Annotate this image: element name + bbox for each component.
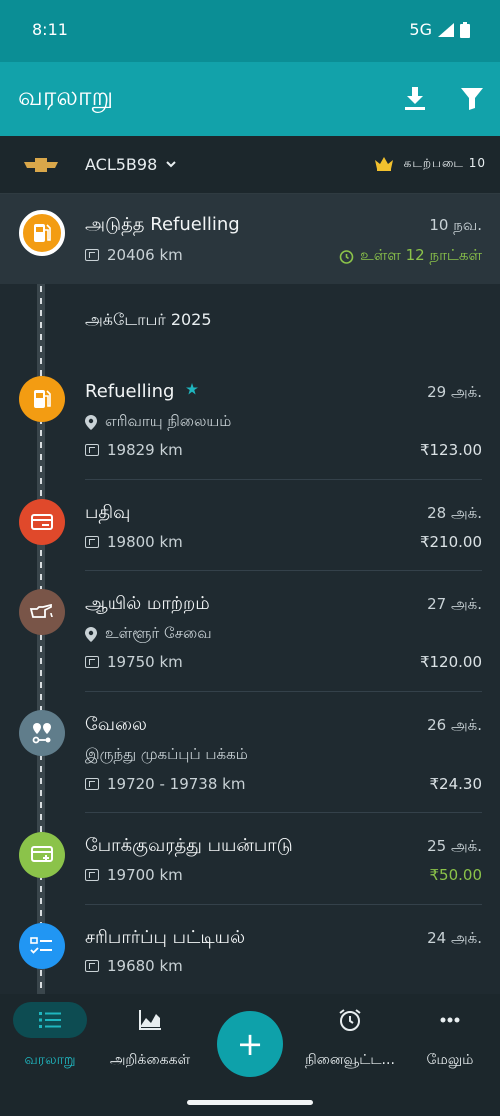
fuel-pump-icon bbox=[19, 376, 65, 422]
vehicle-selector[interactable]: ACL5B98 கடற்படை 10 bbox=[0, 136, 500, 194]
nav-history-label: வரலாறு bbox=[24, 1052, 76, 1068]
entry-title: Refuelling bbox=[85, 381, 175, 402]
card-plus-icon bbox=[19, 832, 65, 878]
status-indicators: 5G bbox=[409, 20, 470, 39]
upcoming-due-text: உள்ள 12 நாட்கள் bbox=[360, 246, 482, 264]
filter-icon[interactable] bbox=[459, 86, 485, 112]
oil-can-icon bbox=[19, 589, 65, 635]
entry-odometer: 19700 km bbox=[107, 866, 183, 884]
upcoming-odometer: 20406 km bbox=[107, 246, 183, 264]
entry-title: ஆயில் மாற்றம் bbox=[85, 593, 210, 614]
divider bbox=[85, 479, 482, 480]
odometer-icon bbox=[85, 960, 99, 972]
entry-odometer-row: 19700 km bbox=[85, 866, 482, 884]
upcoming-entry[interactable]: அடுத்த Refuelling 10 நவ. 20406 km உள்ள 1… bbox=[0, 194, 500, 284]
fleet-plan[interactable]: கடற்படை 10 bbox=[374, 156, 486, 172]
entry-route: இருந்து முகப்புப் பக்கம் bbox=[85, 745, 248, 763]
entry-amount: ₹24.30 bbox=[429, 775, 483, 793]
status-bar: 8:11 5G bbox=[0, 0, 500, 62]
entry-amount: ₹210.00 bbox=[419, 533, 482, 551]
route-icon bbox=[19, 710, 65, 756]
entry-location: எரிவாயு நிலையம் bbox=[105, 412, 232, 430]
entry-date: 24 அக். bbox=[427, 929, 482, 947]
page-title: வரலாறு bbox=[18, 82, 114, 112]
entry-amount: ₹50.00 bbox=[429, 866, 483, 884]
entry-location-row: உள்ளூர் சேவை bbox=[85, 624, 482, 644]
chevron-down-icon[interactable] bbox=[166, 161, 176, 168]
fleet-plan-label: கடற்படை 10 bbox=[403, 156, 486, 170]
nav-reports-label: அறிக்கைகள் bbox=[109, 1052, 191, 1068]
entry-title: போக்குவரத்து பயன்பாடு bbox=[85, 835, 293, 856]
pin-star-icon bbox=[185, 383, 198, 395]
entry-odometer: 19829 km bbox=[107, 441, 183, 459]
entry-title: வேலை bbox=[85, 714, 147, 735]
entry-amount: ₹120.00 bbox=[419, 653, 482, 671]
upcoming-title: அடுத்த Refuelling bbox=[85, 214, 240, 235]
entry-odometer: 19750 km bbox=[107, 653, 183, 671]
alarm-icon bbox=[339, 249, 354, 264]
entry-date: 26 அக். bbox=[427, 716, 482, 734]
divider bbox=[85, 904, 482, 905]
plus-icon: + bbox=[236, 1025, 264, 1063]
battery-icon bbox=[460, 21, 470, 38]
chart-icon bbox=[113, 1002, 187, 1038]
nav-history[interactable]: வரலாறு bbox=[0, 1002, 100, 1070]
month-header: அக்டோபர் 2025 bbox=[85, 310, 212, 329]
home-indicator[interactable] bbox=[187, 1100, 313, 1105]
crown-icon bbox=[374, 157, 393, 171]
nav-reports[interactable]: அறிக்கைகள் bbox=[100, 1002, 200, 1070]
location-pin-icon bbox=[85, 626, 97, 642]
odometer-icon bbox=[85, 656, 99, 668]
entry-date: 27 அக். bbox=[427, 595, 482, 613]
status-time: 8:11 bbox=[32, 20, 68, 39]
entry-title: சரிபார்ப்பு பட்டியல் bbox=[85, 927, 246, 948]
more-icon bbox=[413, 1002, 487, 1038]
entry-date: 25 அக். bbox=[427, 837, 482, 855]
entry-odometer: 19800 km bbox=[107, 533, 183, 551]
entry-date: 29 அக். bbox=[427, 383, 482, 401]
location-pin-icon bbox=[85, 414, 97, 430]
add-entry-button[interactable]: + bbox=[217, 1011, 283, 1077]
entry-odometer-row: 19720 - 19738 km bbox=[85, 775, 482, 793]
fuel-pump-icon bbox=[19, 210, 65, 256]
signal-icon bbox=[438, 22, 454, 37]
odometer-icon bbox=[85, 249, 99, 261]
card-minus-icon bbox=[19, 499, 65, 545]
car-brand-icon bbox=[24, 158, 58, 172]
entry-odometer-row: 19680 km bbox=[85, 957, 482, 975]
vehicle-name[interactable]: ACL5B98 bbox=[85, 155, 157, 174]
divider bbox=[85, 691, 482, 692]
checklist-icon bbox=[19, 923, 65, 969]
entry-date: 28 அக். bbox=[427, 504, 482, 522]
nav-more[interactable]: மேலும் bbox=[400, 1002, 500, 1070]
entry-amount: ₹123.00 bbox=[419, 441, 482, 459]
entry-location-row: எரிவாயு நிலையம் bbox=[85, 412, 482, 432]
odometer-icon bbox=[85, 536, 99, 548]
alarm-icon bbox=[313, 1002, 387, 1038]
upcoming-date: 10 நவ. bbox=[429, 216, 482, 234]
odometer-icon bbox=[85, 444, 99, 456]
upcoming-due: உள்ள 12 நாட்கள் bbox=[339, 246, 482, 266]
entry-location: உள்ளூர் சேவை bbox=[105, 624, 212, 642]
nav-reminders-label: நினைவூட்ட... bbox=[305, 1052, 395, 1068]
odometer-icon bbox=[85, 869, 99, 881]
divider bbox=[85, 570, 482, 571]
list-icon bbox=[13, 1002, 87, 1038]
entry-odometer: 19680 km bbox=[107, 957, 183, 975]
nav-more-label: மேலும் bbox=[426, 1052, 474, 1068]
network-label: 5G bbox=[409, 20, 432, 39]
odometer-icon bbox=[85, 778, 99, 790]
nav-reminders[interactable]: நினைவூட்ட... bbox=[300, 1002, 400, 1070]
app-bar: வரலாறு bbox=[0, 62, 500, 136]
download-icon[interactable] bbox=[402, 86, 428, 112]
divider bbox=[85, 812, 482, 813]
entry-title: பதிவு bbox=[85, 502, 131, 523]
entry-odometer: 19720 - 19738 km bbox=[107, 775, 246, 793]
